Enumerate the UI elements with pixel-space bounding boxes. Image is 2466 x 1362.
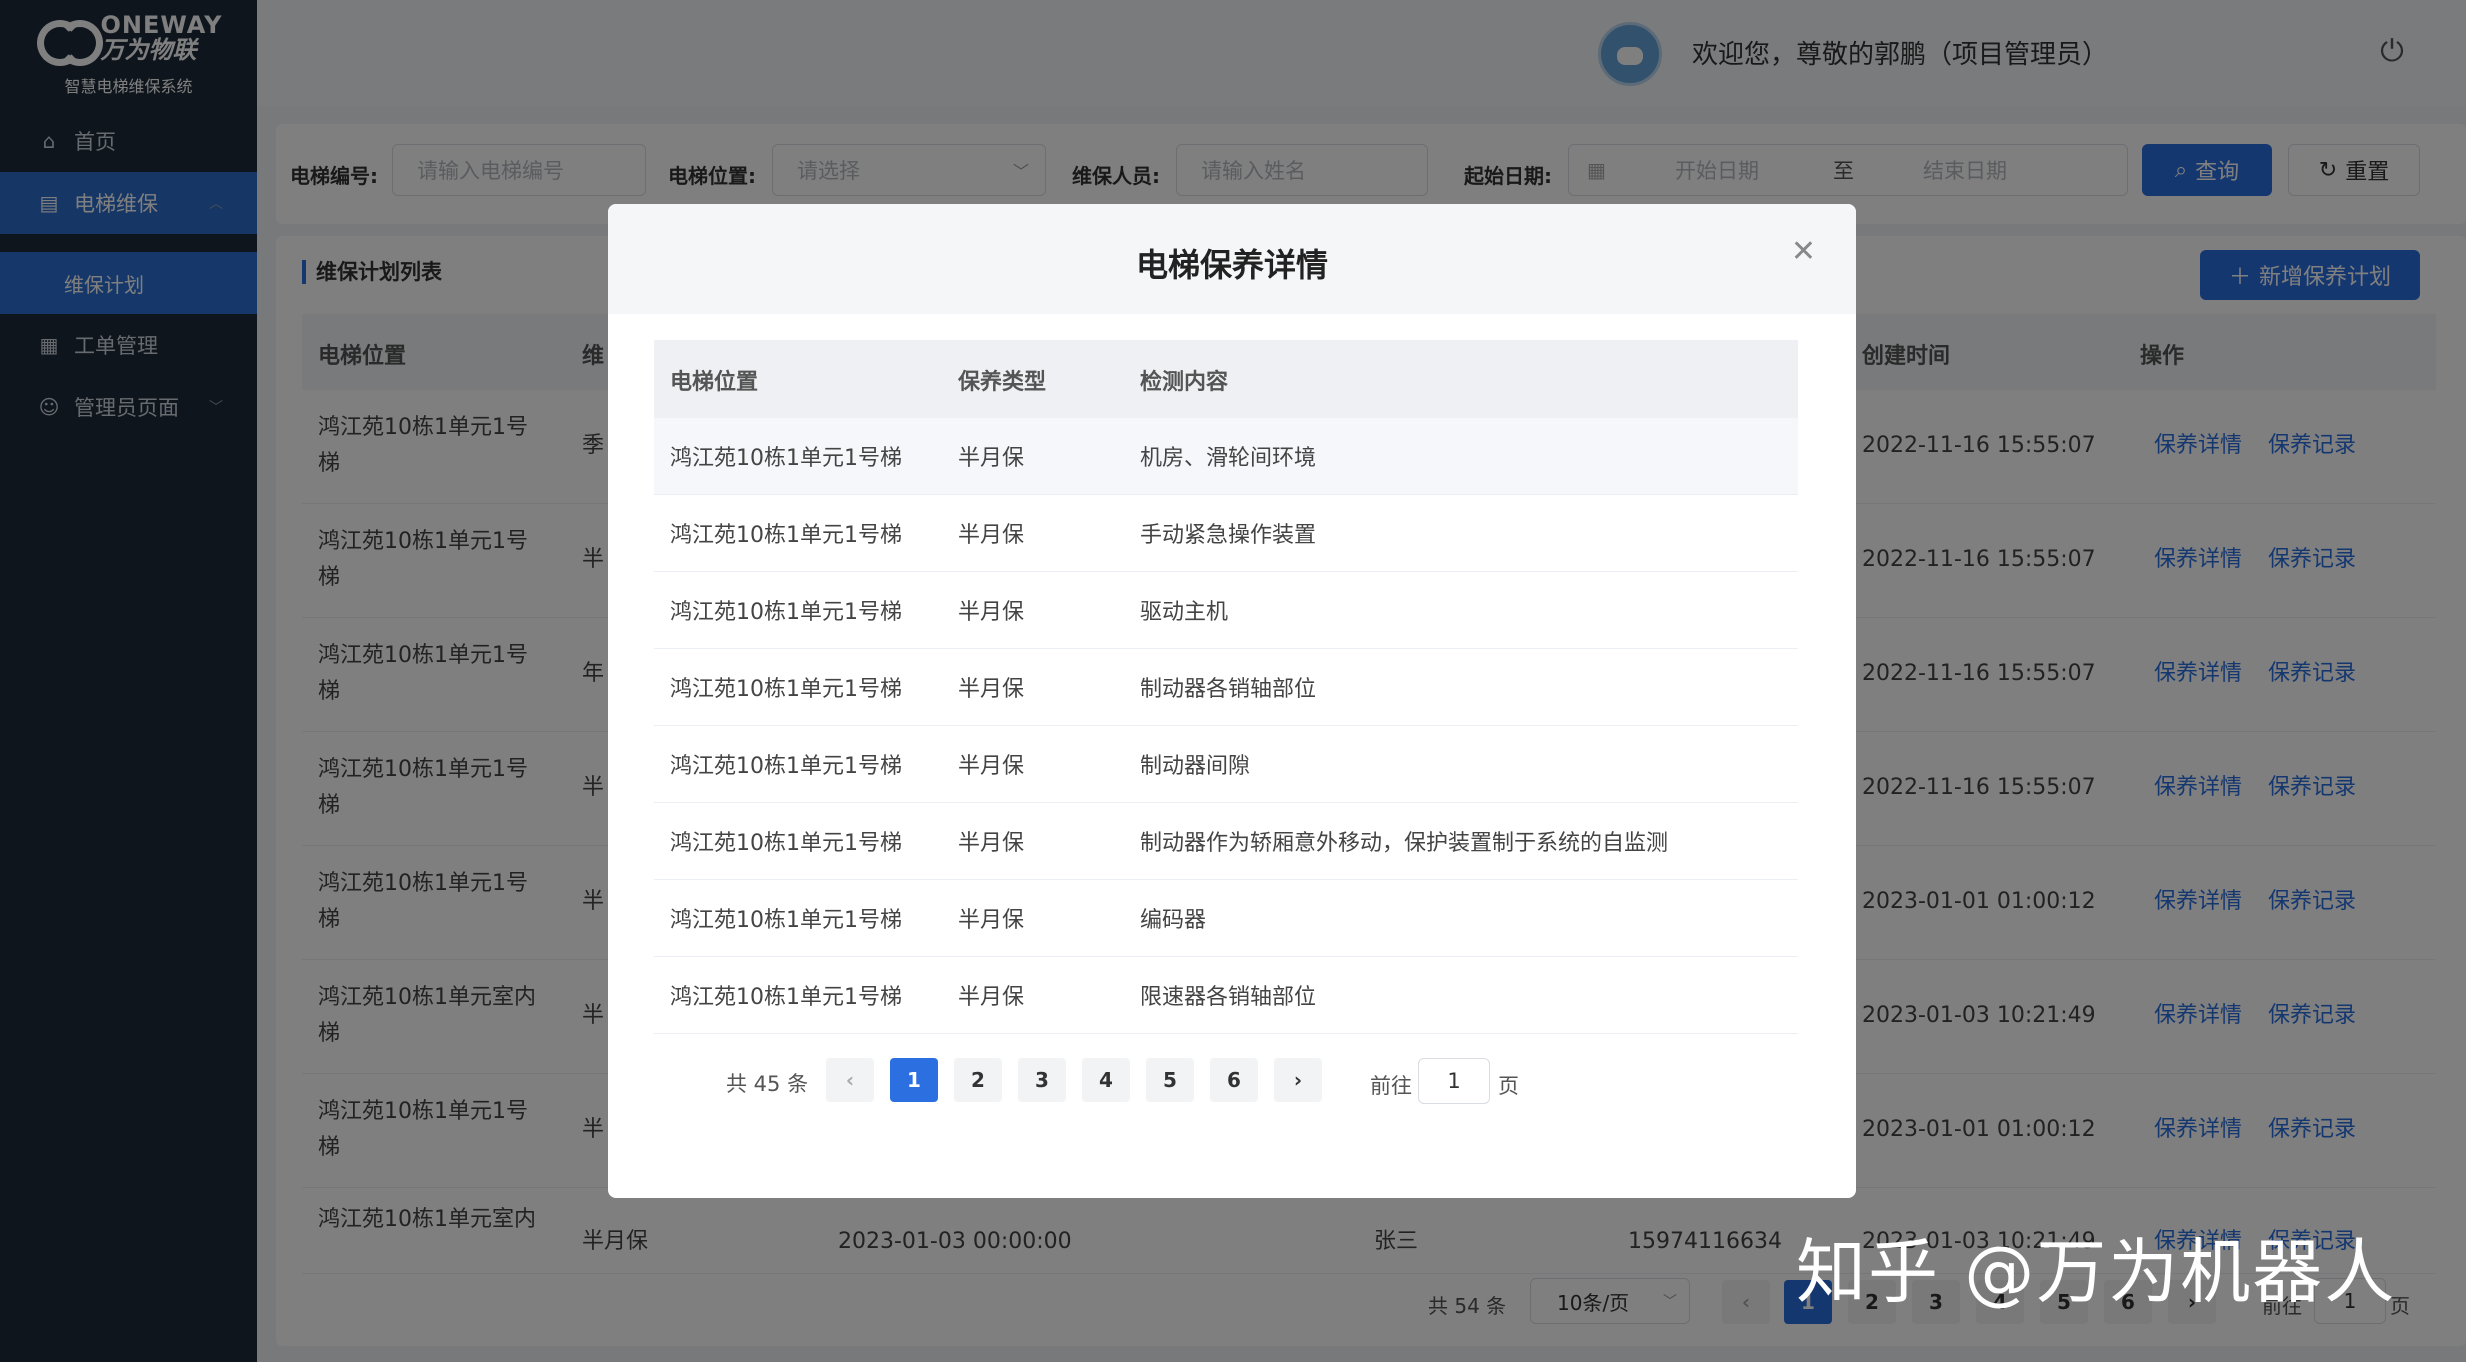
row-location: 鸿江苑10栋1单元1号梯: [670, 677, 902, 702]
page-button[interactable]: 3: [1018, 1058, 1066, 1102]
page-button[interactable]: 2: [954, 1058, 1002, 1102]
row-location: 鸿江苑10栋1单元1号梯: [670, 446, 902, 471]
detail-table-row: 鸿江苑10栋1单元1号梯 半月保 限速器各销轴部位: [654, 957, 1798, 1034]
column-maintenance-type: 保养类型: [958, 370, 1047, 395]
row-maintenance-type: 半月保: [958, 523, 1025, 548]
row-maintenance-type: 半月保: [958, 446, 1025, 471]
watermark: 知乎 @万为机器人: [1796, 1231, 2397, 1313]
detail-table-header: 电梯位置 保养类型 检测内容: [654, 340, 1798, 418]
row-check-content: 编码器: [1140, 908, 1207, 933]
prev-page-button[interactable]: ‹: [826, 1058, 874, 1102]
row-check-content: 制动器作为轿厢意外移动，保护装置制于系统的自监测: [1140, 831, 1669, 856]
row-location: 鸿江苑10栋1单元1号梯: [670, 908, 902, 933]
goto-page-input[interactable]: 1: [1418, 1058, 1490, 1104]
detail-table-row: 鸿江苑10栋1单元1号梯 半月保 制动器各销轴部位: [654, 649, 1798, 726]
goto-unit: 页: [1498, 1074, 1519, 1098]
detail-table-row: 鸿江苑10栋1单元1号梯 半月保 机房、滑轮间环境: [654, 418, 1798, 495]
row-location: 鸿江苑10栋1单元1号梯: [670, 600, 902, 625]
row-maintenance-type: 半月保: [958, 600, 1025, 625]
row-maintenance-type: 半月保: [958, 908, 1025, 933]
page-button[interactable]: 4: [1082, 1058, 1130, 1102]
detail-table-row: 鸿江苑10栋1单元1号梯 半月保 编码器: [654, 880, 1798, 957]
row-check-content: 机房、滑轮间环境: [1140, 446, 1317, 471]
close-icon[interactable]: ✕: [1791, 234, 1816, 269]
row-maintenance-type: 半月保: [958, 677, 1025, 702]
row-check-content: 制动器间隙: [1140, 754, 1251, 779]
page-button[interactable]: 6: [1210, 1058, 1258, 1102]
column-location: 电梯位置: [670, 370, 759, 395]
row-check-content: 制动器各销轴部位: [1140, 677, 1317, 702]
dialog-title: 电梯保养详情: [1135, 246, 1328, 284]
row-check-content: 驱动主机: [1140, 600, 1229, 625]
row-maintenance-type: 半月保: [958, 831, 1025, 856]
dialog-pager-total: 共 45 条: [726, 1072, 809, 1096]
detail-table-row: 鸿江苑10栋1单元1号梯 半月保 制动器间隙: [654, 726, 1798, 803]
goto-label: 前往: [1370, 1074, 1412, 1098]
page-button[interactable]: 1: [890, 1058, 938, 1102]
row-maintenance-type: 半月保: [958, 754, 1025, 779]
row-check-content: 手动紧急操作装置: [1140, 523, 1317, 548]
dialog-header: 电梯保养详情 ✕: [608, 204, 1856, 314]
detail-table: 电梯位置 保养类型 检测内容 鸿江苑10栋1单元1号梯 半月保 机房、滑轮间环境 鸿江…: [654, 340, 1798, 1034]
column-check-content: 检测内容: [1140, 370, 1229, 395]
maintenance-detail-dialog: 电梯保养详情 ✕ 电梯位置 保养类型 检测内容 鸿江苑10栋1单元1号梯 半月保机…: [608, 204, 1856, 1198]
row-location: 鸿江苑10栋1单元1号梯: [670, 831, 902, 856]
page-button[interactable]: 5: [1146, 1058, 1194, 1102]
next-page-button[interactable]: ›: [1274, 1058, 1322, 1102]
row-location: 鸿江苑10栋1单元1号梯: [670, 523, 902, 548]
detail-table-row: 鸿江苑10栋1单元1号梯 半月保 手动紧急操作装置: [654, 495, 1798, 572]
row-location: 鸿江苑10栋1单元1号梯: [670, 985, 902, 1010]
row-location: 鸿江苑10栋1单元1号梯: [670, 754, 902, 779]
row-check-content: 限速器各销轴部位: [1140, 985, 1317, 1010]
detail-table-row: 鸿江苑10栋1单元1号梯 半月保 驱动主机: [654, 572, 1798, 649]
row-maintenance-type: 半月保: [958, 985, 1025, 1010]
detail-table-row: 鸿江苑10栋1单元1号梯 半月保 制动器作为轿厢意外移动，保护装置制于系统的自监测: [654, 803, 1798, 880]
